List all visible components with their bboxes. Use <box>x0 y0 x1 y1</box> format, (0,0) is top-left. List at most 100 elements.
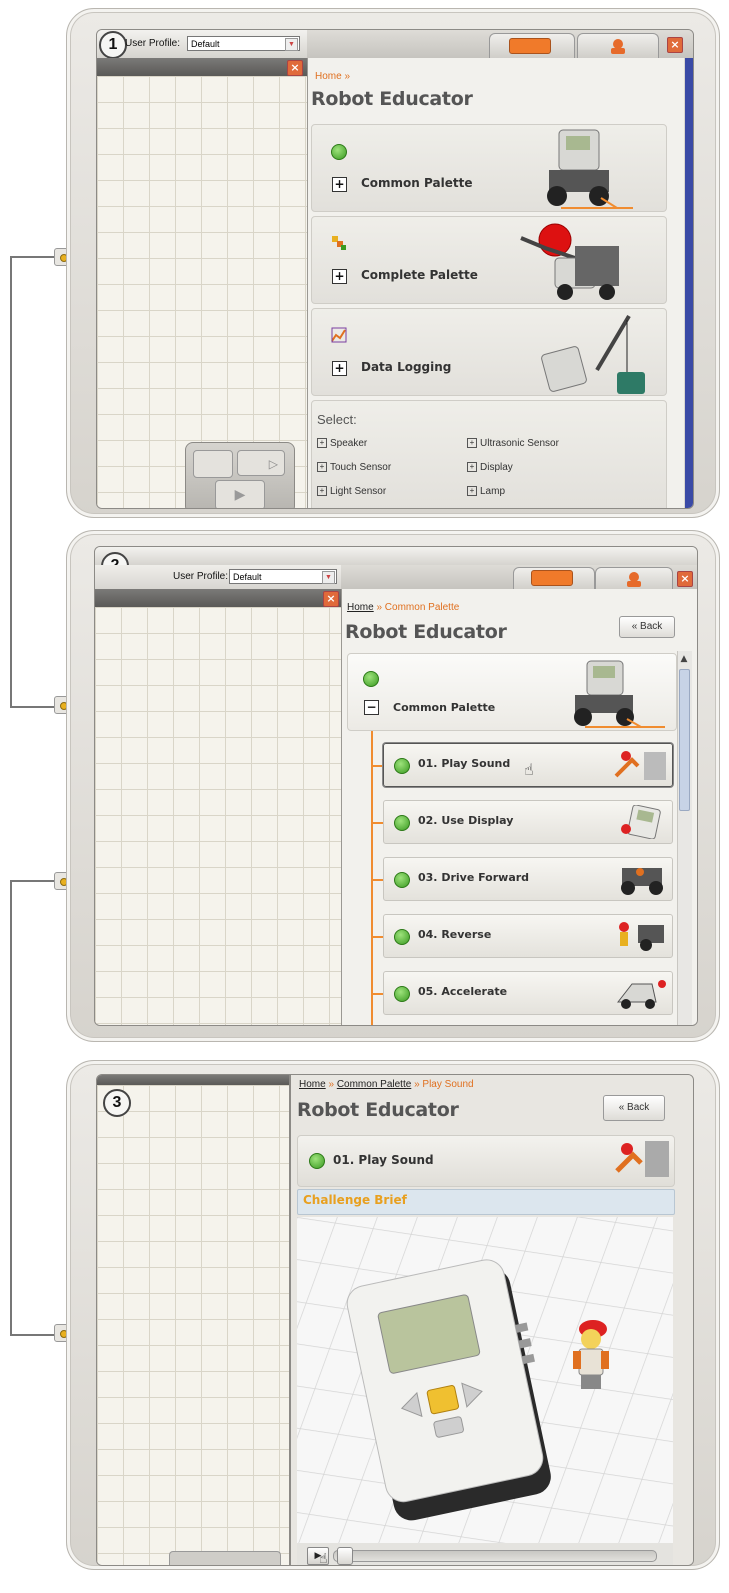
nxt-brick-illustration <box>297 1217 673 1565</box>
green-dot-icon <box>394 815 410 831</box>
breadcrumb: Home » Common Palette » Play Sound <box>299 1079 474 1090</box>
nxt-robot-image <box>574 660 665 728</box>
dropdown-arrow-icon[interactable]: ▼ <box>322 571 335 584</box>
right-panel-close-icon[interactable]: × <box>677 571 693 587</box>
scrollbar-thumb[interactable] <box>679 669 690 811</box>
lesson-thumbnail <box>614 751 666 780</box>
lesson-label: 02. Use Display <box>418 814 514 827</box>
dropdown-arrow-icon[interactable]: ▼ <box>285 38 298 51</box>
challenge-video[interactable] <box>297 1217 673 1565</box>
hand-cursor-icon: ☝ <box>319 1551 328 1566</box>
select-display[interactable]: + Display <box>467 462 513 473</box>
user-profile-select[interactable]: Default ▼ <box>229 569 337 584</box>
video-progress-track[interactable] <box>333 1550 657 1562</box>
lesson-item-accelerate[interactable]: 05. Accelerate <box>383 971 673 1015</box>
step-number-3: 3 <box>103 1089 131 1117</box>
left-panel-header <box>95 589 341 607</box>
expand-plus-icon: + <box>317 486 327 497</box>
page-title: Robot Educator <box>297 1099 459 1121</box>
lesson-item-play-sound[interactable]: 01. Play Sound ☝ <box>383 743 673 787</box>
lesson-item-use-display[interactable]: 02. Use Display <box>383 800 673 844</box>
expand-plus-icon: + <box>467 462 477 473</box>
green-dot-icon <box>394 986 410 1002</box>
breadcrumb: Home » <box>315 71 350 82</box>
right-panel-close-icon[interactable]: × <box>667 37 683 53</box>
person-icon <box>611 39 625 54</box>
hand-cursor-icon: ☝ <box>524 760 534 779</box>
section-label: Common Palette <box>393 701 496 714</box>
select-speaker[interactable]: + Speaker <box>317 438 367 449</box>
green-dot-icon <box>309 1153 325 1169</box>
play-icon[interactable]: ▷ <box>237 450 285 476</box>
lego-brick-icon <box>509 38 551 54</box>
expand-plus-icon[interactable]: + <box>332 177 347 192</box>
video-progress-thumb[interactable] <box>337 1547 353 1565</box>
lesson-item-reverse[interactable]: 04. Reverse <box>383 914 673 958</box>
data-logging-icon <box>331 327 347 343</box>
expand-plus-icon[interactable]: + <box>332 361 347 376</box>
lesson-title: 01. Play Sound <box>333 1153 434 1167</box>
green-dot-icon <box>331 144 347 160</box>
program-grid-canvas[interactable] <box>95 607 341 1025</box>
lesson-thumbnail <box>615 1141 669 1177</box>
panel-2-window: 2 User Profile: Default ▼ × × Home » Com… <box>94 546 698 1026</box>
lesson-branch <box>371 879 383 881</box>
lesson-thumbnail <box>621 868 663 895</box>
common-palette-label: Common Palette <box>361 176 473 190</box>
complete-palette-icon <box>332 236 346 250</box>
lesson-thumbnail <box>616 980 666 1009</box>
lesson-branch <box>371 765 383 767</box>
sensor-rig-image <box>541 314 645 394</box>
challenge-brief-label: Challenge Brief <box>303 1193 407 1207</box>
data-logging-label: Data Logging <box>361 360 452 374</box>
breadcrumb-home-link[interactable]: Home » <box>315 71 350 82</box>
left-panel-close-icon[interactable]: × <box>323 591 339 607</box>
breadcrumb-current: » Play Sound <box>414 1079 474 1090</box>
left-panel-header <box>97 1075 289 1085</box>
lesson-label: 05. Accelerate <box>418 985 508 998</box>
user-profile-value: Default <box>233 572 262 582</box>
lesson-branch <box>371 993 383 995</box>
connector-line-2-3 <box>10 880 62 1336</box>
expand-plus-icon[interactable]: + <box>332 269 347 284</box>
complete-palette-label: Complete Palette <box>361 268 478 282</box>
lego-brick-icon <box>531 570 573 586</box>
person-icon <box>627 572 641 587</box>
user-profile-select[interactable]: Default ▼ <box>187 36 300 51</box>
back-button[interactable]: « Back <box>603 1095 665 1121</box>
collapse-minus-icon[interactable]: − <box>364 700 379 715</box>
nxt-robot-image <box>547 129 633 209</box>
green-dot-icon <box>394 929 410 945</box>
lesson-tree-line <box>371 731 373 1025</box>
user-profile-value: Default <box>191 39 220 49</box>
lesson-label: 03. Drive Forward <box>418 871 530 884</box>
lesson-label: 01. Play Sound <box>418 757 511 770</box>
select-light-sensor[interactable]: + Light Sensor <box>317 486 386 497</box>
play-button-large-icon[interactable]: ▶ <box>215 480 265 508</box>
program-grid-canvas[interactable] <box>97 1085 289 1565</box>
step-number-1: 1 <box>99 31 127 59</box>
breadcrumb-current: » Common Palette <box>376 602 460 613</box>
lesson-branch <box>371 822 383 824</box>
expand-plus-icon: + <box>467 438 477 449</box>
profile-strip <box>95 547 697 565</box>
expand-plus-icon: + <box>317 462 327 473</box>
lesson-item-drive-forward[interactable]: 03. Drive Forward <box>383 857 673 901</box>
select-touch-sensor[interactable]: + Touch Sensor <box>317 462 391 473</box>
page-title: Robot Educator <box>345 621 507 643</box>
expand-plus-icon: + <box>317 438 327 449</box>
lesson-label: 04. Reverse <box>418 928 492 941</box>
breadcrumb-home-link[interactable]: Home <box>347 602 374 613</box>
green-dot-icon <box>394 758 410 774</box>
select-label: Select: <box>317 412 357 427</box>
scroll-up-arrow-icon[interactable]: ▲ <box>678 653 690 665</box>
select-ultrasonic-sensor[interactable]: + Ultrasonic Sensor <box>467 438 559 449</box>
lesson-branch <box>371 936 383 938</box>
user-profile-label: User Profile: <box>125 38 181 49</box>
breadcrumb-palette-link[interactable]: Common Palette <box>337 1079 411 1090</box>
back-button[interactable]: « Back <box>619 616 675 638</box>
controller-button[interactable] <box>193 450 233 478</box>
select-lamp[interactable]: + Lamp <box>467 486 505 497</box>
left-panel-close-icon[interactable]: × <box>287 60 303 76</box>
breadcrumb-home-link[interactable]: Home <box>299 1079 326 1090</box>
